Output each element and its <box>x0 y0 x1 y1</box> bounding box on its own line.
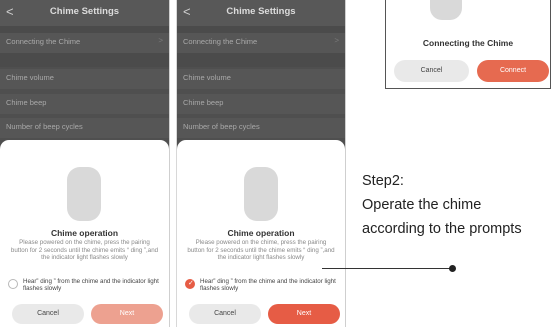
step-line-1: Operate the chime <box>362 197 482 213</box>
chime-operation-sheet: Chime operation Please powered on the ch… <box>0 140 169 327</box>
settings-row-beep-cycles[interactable]: Number of beep cycles <box>177 118 345 138</box>
settings-row-chime-beep[interactable]: Chime beep <box>177 94 345 114</box>
sheet-description: Please powered on the chime, press the p… <box>187 239 335 262</box>
chime-image <box>67 167 101 221</box>
phone-screen-checked: < Chime Settings Connecting the Chime > … <box>176 0 346 327</box>
row-label: Chime volume <box>6 73 54 82</box>
settings-row-chime-volume[interactable]: Chime volume <box>0 69 169 89</box>
dialog-heading: Connecting the Chime <box>422 38 514 48</box>
sheet-heading: Chime operation <box>50 228 119 238</box>
checkmark-icon: ✓ <box>188 280 194 287</box>
chevron-right-icon: > <box>158 36 163 45</box>
sheet-description: Please powered on the chime, press the p… <box>10 239 159 262</box>
settings-row-connecting-chime[interactable]: Connecting the Chime > <box>0 33 169 53</box>
chime-image <box>430 0 462 20</box>
step-annotation: Step2: Operate the chime according to th… <box>362 169 551 241</box>
confirm-label: Hear” ding ” from the chime and the indi… <box>23 278 159 293</box>
next-button[interactable]: Next <box>268 304 340 324</box>
confirm-checkbox-row[interactable]: ✓ Hear” ding ” from the chime and the in… <box>185 278 337 298</box>
radio-unchecked-icon[interactable] <box>8 279 18 289</box>
pointer-line <box>322 268 453 269</box>
row-label: Number of beep cycles <box>183 122 260 131</box>
step-label: Step2: <box>362 173 404 189</box>
settings-row-chime-beep[interactable]: Chime beep <box>0 94 169 114</box>
divider <box>0 53 169 67</box>
phone-screen-unchecked: < Chime Settings Connecting the Chime > … <box>0 0 170 327</box>
step-line-2: according to the prompts <box>362 221 522 237</box>
sheet-heading: Chime operation <box>227 228 295 238</box>
cancel-button[interactable]: Cancel <box>189 304 261 324</box>
row-label: Chime beep <box>6 98 47 107</box>
page-title: Chime Settings <box>49 6 120 17</box>
confirm-checkbox-row[interactable]: Hear” ding ” from the chime and the indi… <box>8 278 161 298</box>
row-label: Connecting the Chime <box>183 37 258 46</box>
settings-row-chime-volume[interactable]: Chime volume <box>177 69 345 89</box>
connecting-chime-dialog: Connecting the Chime Cancel Connect <box>385 0 551 89</box>
row-label: Chime beep <box>183 98 224 107</box>
row-label: Chime volume <box>183 73 231 82</box>
row-label: Connecting the Chime <box>6 37 81 46</box>
nav-bar: < Chime Settings <box>0 0 169 26</box>
connect-button[interactable]: Connect <box>477 60 549 82</box>
confirm-label: Hear” ding ” from the chime and the indi… <box>200 278 336 293</box>
row-label: Number of beep cycles <box>6 122 83 131</box>
divider <box>177 53 345 67</box>
chime-image <box>244 167 278 221</box>
tutorial-page: < Chime Settings Connecting the Chime > … <box>0 0 551 327</box>
cancel-button[interactable]: Cancel <box>394 60 469 82</box>
pointer-dot <box>449 265 456 272</box>
settings-row-connecting-chime[interactable]: Connecting the Chime > <box>177 33 345 53</box>
cancel-button[interactable]: Cancel <box>12 304 84 324</box>
chevron-right-icon: > <box>334 36 339 45</box>
radio-checked-icon[interactable]: ✓ <box>185 279 195 289</box>
nav-bar: < Chime Settings <box>177 0 345 26</box>
page-title: Chime Settings <box>226 6 296 17</box>
chime-operation-sheet: Chime operation Please powered on the ch… <box>177 140 345 327</box>
next-button[interactable]: Next <box>91 304 163 324</box>
settings-row-beep-cycles[interactable]: Number of beep cycles <box>0 118 169 138</box>
